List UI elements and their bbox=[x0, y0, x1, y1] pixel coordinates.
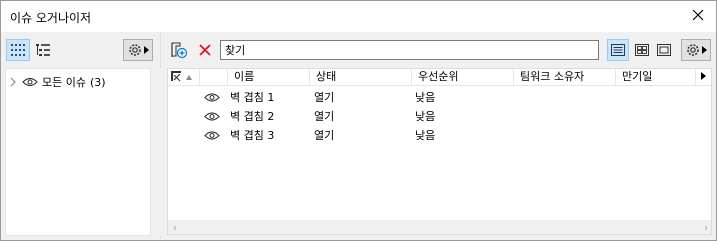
title-bar: 이슈 오거나이저 bbox=[1, 1, 716, 32]
search-input[interactable] bbox=[220, 40, 599, 60]
eye-icon[interactable] bbox=[22, 77, 38, 87]
list-view-button[interactable] bbox=[607, 39, 629, 61]
left-settings-button[interactable] bbox=[123, 39, 153, 61]
column-header-name[interactable]: 이름 bbox=[228, 69, 310, 86]
issue-name: 벽 겹침 3 bbox=[230, 129, 275, 142]
eye-icon[interactable] bbox=[204, 111, 220, 122]
tree-item-label: 모든 이슈 bbox=[42, 76, 86, 89]
column-header-priority[interactable]: 우선순위 bbox=[412, 69, 514, 86]
issue-status: 열기 bbox=[314, 110, 335, 123]
detail-view-icon bbox=[657, 44, 671, 56]
type-column-header[interactable] bbox=[168, 69, 200, 86]
list-view-icon bbox=[611, 44, 625, 56]
detail-view-button[interactable] bbox=[653, 39, 675, 61]
header-scroll-right[interactable] bbox=[696, 69, 711, 86]
visibility-column-header[interactable] bbox=[200, 69, 228, 86]
left-scrollbar[interactable] bbox=[151, 68, 161, 236]
chevron-right-icon bbox=[144, 46, 149, 54]
dots-grid-icon bbox=[11, 44, 25, 56]
table-row[interactable]: 벽 겹침 1 열기 낮음 bbox=[168, 88, 711, 107]
issue-tree: 모든 이슈 (3) bbox=[5, 68, 151, 236]
issue-name: 벽 겹침 1 bbox=[230, 91, 275, 104]
scroll-left-icon[interactable]: ‹ bbox=[173, 223, 177, 234]
column-header-teamwork-owner[interactable]: 팀워크 소유자 bbox=[514, 69, 616, 86]
issue-priority: 낮음 bbox=[415, 91, 436, 104]
horizontal-scrollbar[interactable]: ‹ › bbox=[168, 220, 711, 234]
left-toolbar bbox=[2, 32, 157, 67]
issue-organizer-window: 이슈 오거나이저 모든 이슈 (3) 찾기 이름 상태 우선순위 팀워크 소유자… bbox=[0, 0, 717, 241]
chevron-right-icon bbox=[702, 46, 707, 54]
issue-priority: 낮음 bbox=[415, 129, 436, 142]
grid-view-button[interactable] bbox=[631, 39, 653, 61]
tree-item-count: (3) bbox=[89, 75, 106, 89]
close-icon[interactable] bbox=[690, 7, 706, 23]
issue-name: 벽 겹침 2 bbox=[230, 110, 275, 123]
delete-button[interactable] bbox=[193, 39, 217, 61]
issue-priority: 낮음 bbox=[415, 110, 436, 123]
table-header: 이름 상태 우선순위 팀워크 소유자 만기일 bbox=[168, 69, 711, 86]
column-header-status[interactable]: 상태 bbox=[310, 69, 412, 86]
window-title: 이슈 오거나이저 bbox=[10, 11, 92, 25]
chevron-right-icon bbox=[701, 72, 706, 80]
issue-status: 열기 bbox=[314, 91, 335, 104]
delete-icon bbox=[199, 44, 211, 56]
tree-item-all-issues[interactable]: 모든 이슈 (3) bbox=[8, 73, 106, 91]
scroll-right-icon[interactable]: › bbox=[704, 223, 708, 234]
table-row[interactable]: 벽 겹침 3 열기 낮음 bbox=[168, 126, 711, 145]
gear-icon bbox=[687, 44, 699, 56]
issue-status: 열기 bbox=[314, 129, 335, 142]
chevron-right-icon[interactable] bbox=[8, 77, 18, 87]
eye-icon[interactable] bbox=[204, 92, 220, 103]
table-row[interactable]: 벽 겹침 2 열기 낮음 bbox=[168, 107, 711, 126]
add-issue-button[interactable] bbox=[167, 39, 191, 61]
eye-icon[interactable] bbox=[204, 130, 220, 141]
column-header-due-date[interactable]: 만기일 bbox=[616, 69, 696, 86]
tree-icon bbox=[36, 44, 50, 56]
tree-view-button[interactable] bbox=[31, 39, 55, 61]
add-issue-icon bbox=[171, 42, 188, 59]
grid-view-icon bbox=[635, 44, 649, 56]
issue-type-sort-icon bbox=[171, 71, 192, 82]
flat-view-button[interactable] bbox=[6, 39, 30, 61]
right-toolbar bbox=[163, 32, 717, 67]
right-settings-button[interactable] bbox=[681, 39, 711, 61]
issues-table: 이름 상태 우선순위 팀워크 소유자 만기일 벽 겹침 1 열기 낮음 벽 겹침… bbox=[167, 68, 712, 235]
gear-icon bbox=[129, 44, 141, 56]
